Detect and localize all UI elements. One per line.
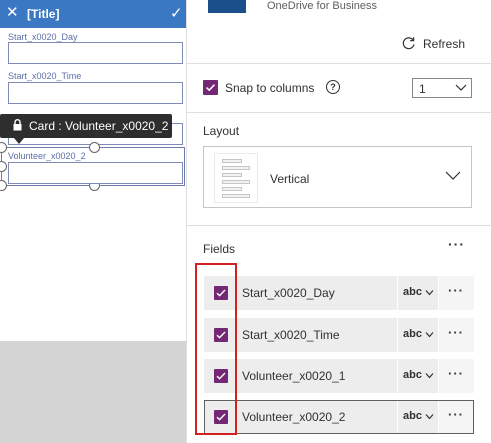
field-more-button[interactable]: ··· <box>439 276 474 310</box>
form-header: ✕ [Title] ✓ <box>0 0 186 28</box>
close-icon[interactable]: ✕ <box>6 5 19 21</box>
field-more-button[interactable]: ··· <box>439 359 474 393</box>
tooltip-arrow <box>14 138 24 144</box>
field-label-start-day: Start_x0020_Day <box>8 32 78 42</box>
form-canvas: ✕ [Title] ✓ Start_x0020_Day Start_x0020_… <box>0 0 186 443</box>
field-name: Volunteer_x0020_1 <box>242 369 346 383</box>
more-icon: ··· <box>448 366 464 381</box>
field-type-dropdown[interactable]: abc <box>398 318 438 352</box>
chevron-down-icon <box>445 171 461 180</box>
tooltip-text: Card : Volunteer_x0020_2 <box>29 119 169 133</box>
more-icon: ··· <box>448 283 464 298</box>
field-type-label: abc <box>403 286 422 298</box>
field-row-volunteer-1[interactable]: Volunteer_x0020_1 abc ··· <box>204 359 474 393</box>
checkmark-icon[interactable]: ✓ <box>170 4 183 22</box>
field-type-label: abc <box>403 369 422 381</box>
layout-dropdown[interactable]: Vertical <box>203 146 472 208</box>
edit-form[interactable]: ✕ [Title] ✓ Start_x0020_Day Start_x0020_… <box>0 0 186 341</box>
chevron-down-icon <box>455 84 467 91</box>
layout-label: Layout <box>203 124 240 138</box>
divider <box>187 112 491 113</box>
snap-to-columns-checkbox[interactable] <box>203 80 218 95</box>
more-icon: ··· <box>448 407 464 422</box>
field-label-volunteer-2: Volunteer_x0020_2 <box>8 151 86 161</box>
layout-thumbnail <box>214 153 258 203</box>
field-name: Start_x0020_Day <box>242 286 335 300</box>
checkmark-icon <box>205 84 216 92</box>
chevron-down-icon <box>425 373 434 379</box>
field-type-label: abc <box>403 328 422 340</box>
field-row-start-time[interactable]: Start_x0020_Time abc ··· <box>204 318 474 352</box>
refresh-label: Refresh <box>423 37 466 51</box>
field-row-volunteer-2[interactable]: Volunteer_x0020_2 abc ··· <box>204 400 474 434</box>
lock-icon <box>13 119 22 131</box>
field-type-label: abc <box>403 410 422 422</box>
chevron-down-icon <box>425 332 434 338</box>
field-name: Start_x0020_Time <box>242 328 340 342</box>
snap-to-columns-label: Snap to columns <box>225 81 315 95</box>
field-type-dropdown[interactable]: abc <box>398 359 438 393</box>
field-name: Volunteer_x0020_2 <box>242 410 346 424</box>
fields-more-icon[interactable]: ··· <box>448 236 465 252</box>
refresh-icon <box>402 37 415 50</box>
start-day-input[interactable] <box>8 42 183 64</box>
help-icon[interactable]: ? <box>326 80 340 94</box>
chevron-down-icon <box>425 414 434 420</box>
divider <box>187 225 491 226</box>
resize-handle-top[interactable] <box>89 142 100 153</box>
form-title: [Title] <box>27 7 60 21</box>
field-label-start-time: Start_x0020_Time <box>8 71 82 81</box>
field-more-button[interactable]: ··· <box>439 318 474 352</box>
volunteer-2-input[interactable] <box>8 162 183 184</box>
columns-value: 1 <box>419 82 426 96</box>
divider <box>187 63 491 64</box>
datasource-name: OneDrive for Business <box>267 0 378 12</box>
columns-dropdown[interactable]: 1 <box>412 78 472 98</box>
onedrive-icon <box>208 0 246 13</box>
layout-value: Vertical <box>270 172 310 186</box>
more-icon: ··· <box>448 325 464 340</box>
field-more-button[interactable]: ··· <box>439 401 473 433</box>
chevron-down-icon <box>425 290 434 296</box>
field-row-start-day[interactable]: Start_x0020_Day abc ··· <box>204 276 474 310</box>
card-tooltip: Card : Volunteer_x0020_2 <box>0 114 172 138</box>
field-type-dropdown[interactable]: abc <box>398 276 438 310</box>
fields-label: Fields <box>203 242 236 256</box>
field-type-dropdown[interactable]: abc <box>398 401 438 433</box>
resize-handle-bottom-left[interactable] <box>0 180 7 191</box>
highlight-annotation <box>195 263 237 435</box>
start-time-input[interactable] <box>8 82 183 104</box>
